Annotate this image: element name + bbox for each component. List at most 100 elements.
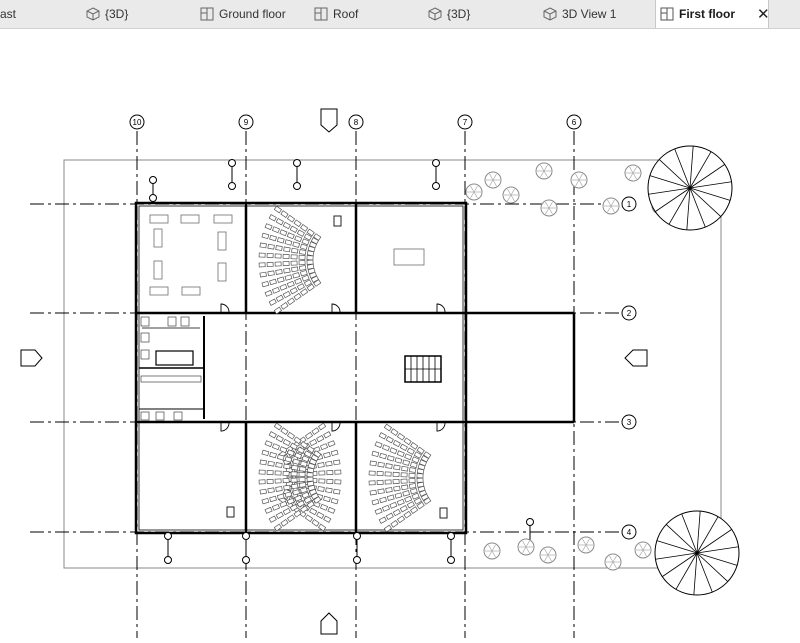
- seat: [261, 232, 270, 240]
- seat: [279, 446, 288, 454]
- light-post: [353, 532, 361, 564]
- seat: [259, 459, 267, 466]
- elevation-marker-east[interactable]: [624, 349, 648, 367]
- tab-first-floor[interactable]: First floor ✕: [655, 0, 769, 28]
- seat: [368, 470, 376, 476]
- elevation-marker-south[interactable]: [320, 612, 338, 635]
- seat: [275, 269, 283, 275]
- grid-bubble-6[interactable]: 6: [566, 114, 582, 130]
- seat: [396, 432, 406, 441]
- light-post: [293, 159, 301, 190]
- seat: [385, 435, 394, 444]
- seat: [282, 478, 290, 484]
- tab-ground-floor[interactable]: Ground floor: [200, 0, 310, 28]
- seat: [284, 274, 293, 281]
- seat: [282, 438, 291, 447]
- shrub: [484, 171, 502, 189]
- seat: [416, 481, 425, 488]
- seat: [269, 495, 277, 503]
- seat: [271, 286, 280, 294]
- close-tab-icon[interactable]: ✕: [757, 5, 768, 23]
- elevation-marker-west[interactable]: [20, 349, 43, 367]
- tab-3d[interactable]: {3D}: [86, 0, 196, 28]
- seat: [374, 507, 383, 515]
- seat: [317, 462, 325, 468]
- seat: [327, 506, 336, 514]
- seat: [316, 511, 325, 520]
- svg-text:10: 10: [133, 118, 142, 127]
- tab-3d-2[interactable]: {3D}: [428, 0, 538, 28]
- seat: [266, 253, 274, 259]
- seat: [266, 478, 274, 484]
- seat: [377, 461, 385, 468]
- seat: [286, 297, 296, 306]
- seat: [275, 486, 283, 492]
- shrub: [540, 199, 558, 217]
- seat: [293, 292, 302, 301]
- grid-bubble-9[interactable]: 9: [238, 114, 254, 130]
- floor-plan-drawing: 10 9 8 7 6 1 2 3 4: [20, 108, 740, 638]
- grid-bubble-3[interactable]: 3: [621, 414, 637, 430]
- seat: [266, 470, 274, 476]
- seat: [309, 438, 318, 447]
- grid-bubble-8[interactable]: 8: [348, 114, 364, 130]
- seat: [399, 443, 408, 451]
- tab-roof[interactable]: Roof: [314, 0, 424, 28]
- drawing-canvas[interactable]: 10 9 8 7 6 1 2 3 4: [0, 29, 800, 638]
- seat: [261, 449, 270, 457]
- seat: [390, 428, 399, 436]
- shrub: [602, 197, 620, 215]
- seat: [291, 464, 299, 471]
- seat: [273, 205, 283, 214]
- seat: [306, 480, 315, 487]
- seat: [400, 472, 408, 478]
- elevation-marker-north[interactable]: [320, 108, 338, 133]
- seat: [282, 507, 291, 516]
- seat: [274, 470, 282, 476]
- seat: [400, 478, 408, 484]
- seat: [311, 519, 320, 527]
- svg-text:8: 8: [354, 118, 359, 127]
- grid-bubble-7[interactable]: 7: [457, 114, 473, 130]
- seat: [304, 431, 314, 440]
- svg-text:7: 7: [463, 118, 468, 127]
- seat: [268, 515, 277, 523]
- grid-bubble-2[interactable]: 2: [621, 305, 637, 321]
- seat: [298, 265, 307, 271]
- seat: [264, 289, 273, 297]
- seat: [267, 460, 275, 467]
- seat: [416, 473, 424, 479]
- seat: [317, 422, 327, 431]
- tab-3d-view-1[interactable]: 3D View 1: [543, 0, 653, 28]
- seat: [280, 210, 289, 218]
- seat: [376, 471, 384, 477]
- seat: [258, 252, 266, 258]
- seat: [325, 487, 333, 494]
- shrub: [634, 541, 652, 559]
- seat: [286, 431, 296, 440]
- seat: [368, 480, 376, 486]
- tab-east[interactable]: ast: [0, 0, 82, 28]
- seat: [334, 469, 342, 475]
- seat: [410, 506, 419, 514]
- seat: [286, 232, 295, 240]
- seat: [317, 486, 325, 492]
- seat: [290, 477, 298, 483]
- seat: [273, 422, 283, 431]
- seat: [269, 451, 277, 459]
- grid-bubble-1[interactable]: 1: [621, 196, 637, 212]
- grid-bubble-10[interactable]: 10: [129, 114, 145, 130]
- seat: [292, 272, 301, 279]
- seat: [402, 459, 411, 466]
- seat: [266, 261, 274, 267]
- svg-text:6: 6: [572, 118, 577, 127]
- seat: [289, 287, 298, 295]
- grid-bubble-4[interactable]: 4: [621, 524, 637, 540]
- floor-plan-icon: [200, 7, 214, 21]
- seat: [300, 224, 309, 232]
- seat: [408, 472, 416, 478]
- seat: [408, 478, 416, 484]
- seat: [286, 280, 295, 288]
- seat: [381, 444, 390, 452]
- seat: [326, 478, 334, 484]
